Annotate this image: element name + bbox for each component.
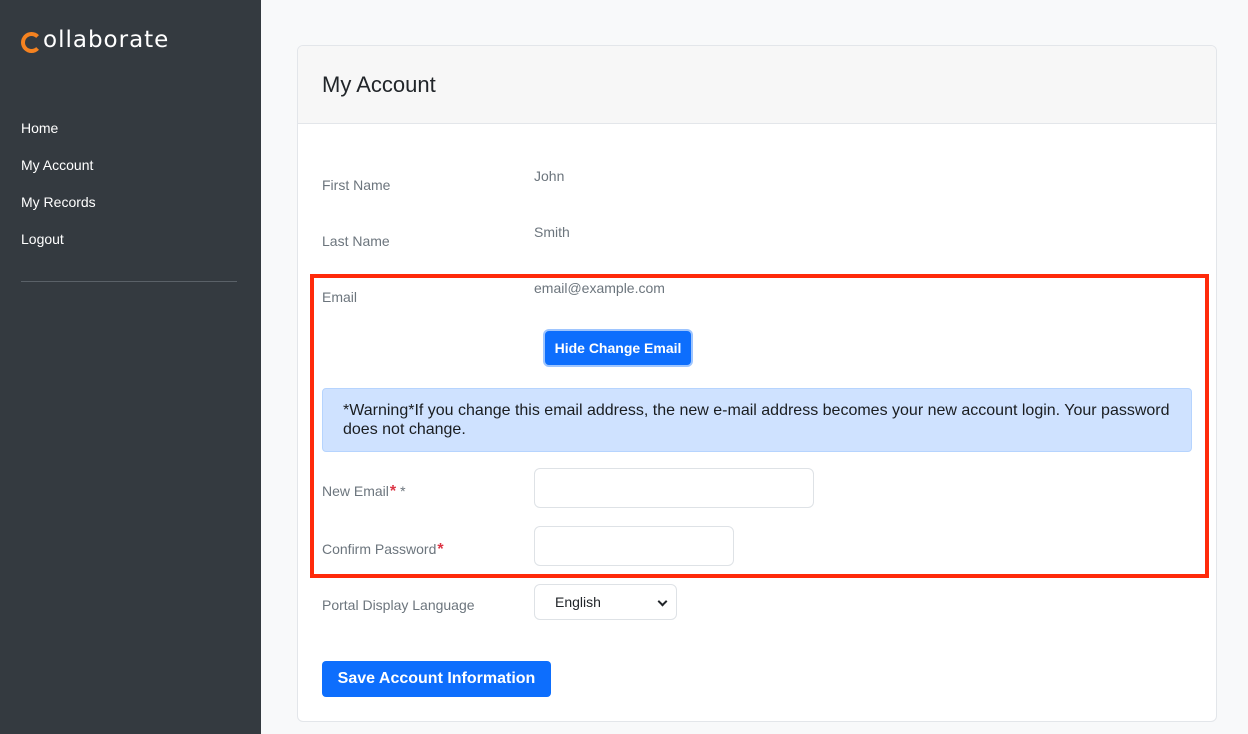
card-header: My Account (298, 46, 1216, 124)
language-label: Portal Display Language (322, 597, 475, 613)
new-email-label: New Email* * (322, 482, 406, 501)
sidebar-nav: Home My Account My Records Logout (21, 117, 237, 265)
sidebar-item-my-records[interactable]: My Records (21, 191, 237, 228)
collaborate-logo[interactable]: ollaborate (21, 26, 169, 54)
confirm-password-label: Confirm Password* (322, 540, 444, 559)
last-name-value: Smith (534, 224, 570, 240)
sidebar-item-my-account[interactable]: My Account (21, 154, 237, 191)
hide-change-email-button[interactable]: Hide Change Email (545, 331, 691, 365)
required-marker: * (437, 541, 444, 558)
email-label: Email (322, 289, 358, 305)
last-name-label: Last Name (322, 233, 390, 249)
logo-c-icon (21, 31, 42, 53)
sidebar-divider (21, 281, 237, 282)
language-select[interactable]: English (534, 584, 677, 620)
confirm-password-label-text: Confirm Password (322, 541, 437, 557)
required-marker-plain: * (400, 483, 406, 499)
chevron-down-icon (657, 596, 668, 607)
page-title: My Account (322, 71, 436, 97)
account-card: My Account First Name John Last Name Smi… (297, 45, 1217, 722)
logo-text: ollaborate (43, 27, 170, 53)
email-value: email@example.com (534, 280, 665, 296)
language-selected-value: English (555, 594, 601, 610)
first-name-value: John (534, 168, 565, 184)
required-marker: * (389, 483, 397, 500)
save-account-button[interactable]: Save Account Information (322, 661, 551, 697)
sidebar-item-home[interactable]: Home (21, 117, 237, 154)
sidebar-item-logout[interactable]: Logout (21, 228, 237, 265)
sidebar: ollaborate Home My Account My Records Lo… (0, 0, 261, 734)
new-email-input[interactable] (534, 468, 814, 508)
email-change-warning: *Warning*If you change this email addres… (322, 388, 1192, 452)
new-email-label-text: New Email (322, 483, 389, 499)
first-name-label: First Name (322, 177, 391, 193)
warning-text: *Warning*If you change this email addres… (343, 402, 1170, 438)
confirm-password-input[interactable] (534, 526, 734, 566)
